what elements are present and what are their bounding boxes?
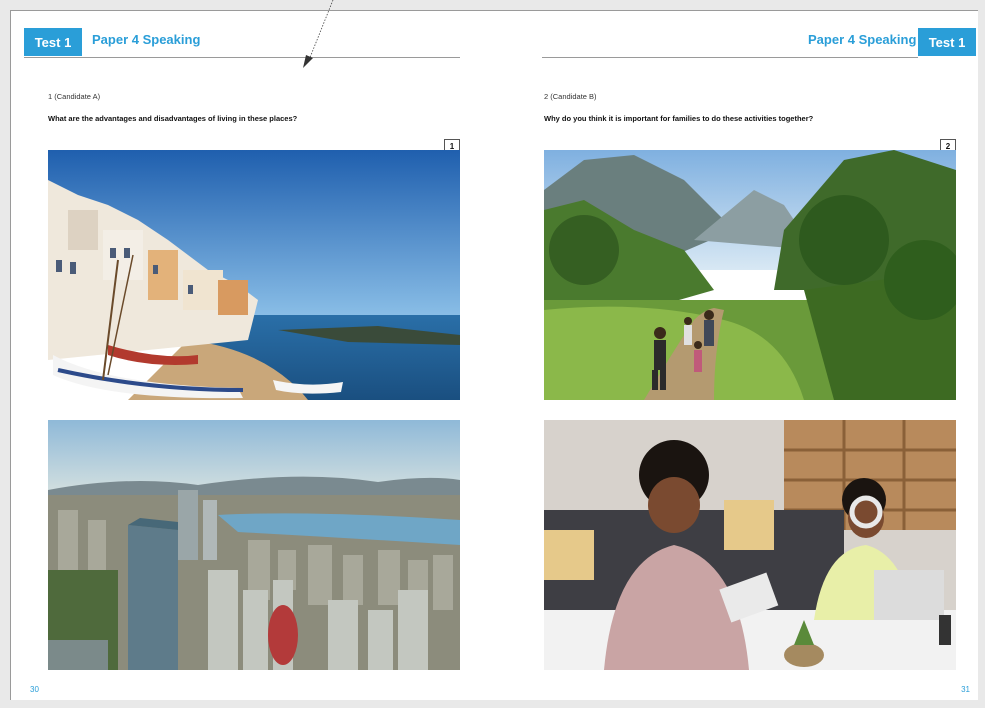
question-right: Why do you think it is important for fam… xyxy=(544,114,814,123)
page-border-top-right xyxy=(492,10,978,11)
header-rule-right xyxy=(542,57,918,58)
page-number-right: 31 xyxy=(961,685,970,694)
page-number-left: 30 xyxy=(30,685,39,694)
page-border-top xyxy=(10,10,492,11)
header-rule-left xyxy=(24,57,460,58)
left-page: Test 1 Paper 4 Speaking 1 (Candidate A) … xyxy=(10,10,492,700)
family-working-at-home-photo xyxy=(544,420,956,670)
page-title-left: Paper 4 Speaking xyxy=(92,32,201,47)
test-tab-left: Test 1 xyxy=(24,28,82,56)
city-skyline-photo xyxy=(48,420,460,670)
right-page: Paper 4 Speaking Test 1 2 (Candidate B) … xyxy=(492,10,978,700)
family-hiking-photo xyxy=(544,150,956,400)
page-title-right: Paper 4 Speaking xyxy=(808,32,917,47)
candidate-label-right: 2 (Candidate B) xyxy=(544,92,597,101)
candidate-label-left: 1 (Candidate A) xyxy=(48,92,101,101)
question-left: What are the advantages and disadvantage… xyxy=(48,114,298,123)
test-tab-right: Test 1 xyxy=(918,28,976,56)
page-border-left xyxy=(10,10,11,700)
coastal-village-photo xyxy=(48,150,460,400)
